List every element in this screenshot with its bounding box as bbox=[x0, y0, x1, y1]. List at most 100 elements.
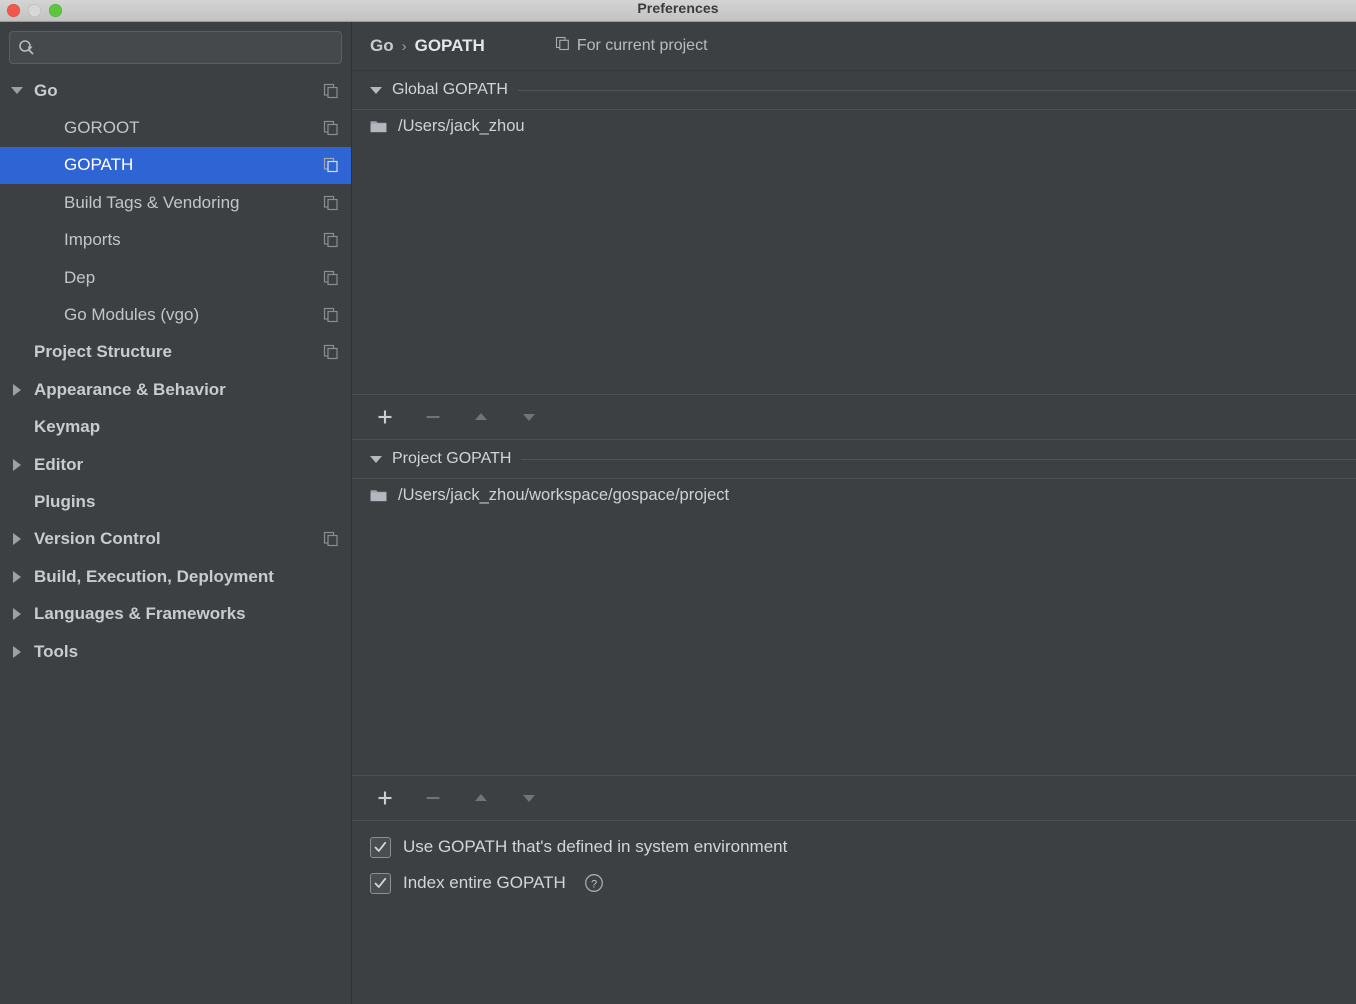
option-label: Use GOPATH that's defined in system envi… bbox=[403, 837, 788, 856]
settings-content: Go › GOPATH For current project Global G… bbox=[352, 22, 1356, 1004]
project-gopath-rows: /Users/jack_zhou/workspace/gospace/proje… bbox=[352, 479, 1356, 775]
sidebar-item-label: Go Modules (vgo) bbox=[64, 305, 200, 325]
checkbox[interactable] bbox=[370, 836, 391, 858]
gopath-path-row[interactable]: /Users/jack_zhou bbox=[352, 110, 1356, 142]
settings-tree: Go GOROOT GOPATH Build Tags & Vendoring Impo… bbox=[0, 72, 351, 1004]
project-gopath-title: Project GOPATH bbox=[392, 450, 512, 467]
gopath-path-text: /Users/jack_zhou/workspace/gospace/proje… bbox=[398, 485, 730, 504]
sidebar-item-label: Build, Execution, Deployment bbox=[34, 566, 274, 586]
remove-path-button[interactable] bbox=[420, 404, 446, 430]
preferences-body: Go GOROOT GOPATH Build Tags & Vendoring Impo… bbox=[0, 22, 1356, 1004]
checkbox[interactable] bbox=[370, 872, 391, 894]
for-current-project-label: For current project bbox=[576, 37, 708, 54]
window-titlebar: Preferences bbox=[0, 0, 1356, 22]
sidebar-item-editor[interactable]: Editor bbox=[0, 446, 351, 483]
copy-config-icon bbox=[555, 36, 570, 56]
copy-config-icon[interactable] bbox=[323, 307, 339, 323]
svg-text:?: ? bbox=[591, 878, 597, 890]
sidebar-item-label: Imports bbox=[64, 230, 121, 250]
global-gopath-title: Global GOPATH bbox=[392, 81, 508, 98]
global-gopath-header[interactable]: Global GOPATH bbox=[352, 71, 1356, 109]
sidebar-item-tools[interactable]: Tools bbox=[0, 633, 351, 670]
sidebar-item-project-structure[interactable]: Project Structure bbox=[0, 334, 351, 371]
copy-config-icon[interactable] bbox=[323, 270, 339, 286]
breadcrumb: Go › GOPATH For current project bbox=[352, 22, 1356, 71]
global-gopath-toolbar bbox=[352, 394, 1356, 439]
chevron-right-icon[interactable] bbox=[0, 458, 34, 471]
preferences-window: Preferences Go GOROOT GOPATH Build Tags & bbox=[0, 0, 1356, 1004]
chevron-right-icon[interactable] bbox=[0, 645, 34, 658]
chevron-right-icon[interactable] bbox=[0, 608, 34, 621]
sidebar-item-label: Dep bbox=[64, 267, 96, 287]
chevron-down-icon[interactable] bbox=[370, 455, 382, 463]
gopath-path-row[interactable]: /Users/jack_zhou/workspace/gospace/proje… bbox=[352, 479, 1356, 511]
gopath-options: Use GOPATH that's defined in system envi… bbox=[352, 821, 1356, 901]
remove-path-button[interactable] bbox=[420, 785, 446, 811]
copy-config-icon[interactable] bbox=[323, 157, 339, 173]
copy-config-icon[interactable] bbox=[323, 344, 339, 360]
option-label: Index entire GOPATH bbox=[403, 873, 566, 892]
move-up-button[interactable] bbox=[468, 785, 494, 811]
gopath-path-text: /Users/jack_zhou bbox=[398, 116, 525, 135]
sidebar-item-imports[interactable]: Imports bbox=[0, 222, 351, 259]
sidebar-item-label: Plugins bbox=[34, 491, 96, 511]
option-row[interactable]: Index entire GOPATH? bbox=[370, 865, 1356, 901]
search-box[interactable] bbox=[9, 31, 342, 64]
sidebar-item-build-execution-deployment[interactable]: Build, Execution, Deployment bbox=[0, 558, 351, 595]
add-path-button[interactable] bbox=[372, 785, 398, 811]
project-gopath-header[interactable]: Project GOPATH bbox=[352, 440, 1356, 478]
chevron-right-icon[interactable] bbox=[0, 533, 34, 546]
search-input[interactable] bbox=[35, 38, 333, 57]
sidebar-item-build-tags-vendoring[interactable]: Build Tags & Vendoring bbox=[0, 184, 351, 221]
sidebar-item-label: Version Control bbox=[34, 529, 161, 549]
search-container bbox=[0, 22, 351, 72]
move-up-button[interactable] bbox=[468, 404, 494, 430]
sidebar-item-keymap[interactable]: Keymap bbox=[0, 409, 351, 446]
copy-config-icon[interactable] bbox=[323, 83, 339, 99]
chevron-right-icon[interactable] bbox=[0, 383, 34, 396]
sidebar-item-label: Tools bbox=[34, 641, 79, 661]
sidebar-item-go-modules-vgo[interactable]: Go Modules (vgo) bbox=[0, 296, 351, 333]
sidebar-item-label: Languages & Frameworks bbox=[34, 604, 246, 624]
sidebar-item-version-control[interactable]: Version Control bbox=[0, 521, 351, 558]
section-divider bbox=[521, 458, 1356, 460]
move-down-button[interactable] bbox=[516, 785, 542, 811]
breadcrumb-current: GOPATH bbox=[414, 36, 485, 55]
copy-config-icon[interactable] bbox=[323, 195, 339, 211]
move-down-button[interactable] bbox=[516, 404, 542, 430]
folder-icon bbox=[370, 488, 387, 502]
chevron-down-icon[interactable] bbox=[370, 86, 382, 94]
chevron-right-icon[interactable] bbox=[0, 570, 34, 583]
window-title: Preferences bbox=[637, 0, 719, 16]
breadcrumb-root[interactable]: Go bbox=[370, 36, 394, 56]
copy-config-icon[interactable] bbox=[323, 531, 339, 547]
project-gopath-list: /Users/jack_zhou/workspace/gospace/proje… bbox=[352, 478, 1356, 821]
sidebar-item-label: Keymap bbox=[34, 417, 101, 437]
sidebar-item-label: Go bbox=[34, 80, 58, 100]
add-path-button[interactable] bbox=[372, 404, 398, 430]
copy-config-icon[interactable] bbox=[323, 120, 339, 136]
sidebar-item-label: Build Tags & Vendoring bbox=[64, 192, 240, 212]
search-icon bbox=[18, 39, 35, 56]
folder-icon bbox=[370, 119, 387, 133]
gopath-panels: Global GOPATH /Users/jack_zhou Project G… bbox=[352, 71, 1356, 1004]
sidebar-item-appearance-behavior[interactable]: Appearance & Behavior bbox=[0, 371, 351, 408]
sidebar-item-go[interactable]: Go bbox=[0, 72, 351, 109]
copy-config-icon[interactable] bbox=[323, 232, 339, 248]
global-gopath-list: /Users/jack_zhou bbox=[352, 109, 1356, 440]
breadcrumb-separator: › bbox=[401, 37, 407, 55]
sidebar-item-label: Project Structure bbox=[34, 342, 172, 362]
help-circle-icon[interactable]: ? bbox=[584, 873, 604, 893]
sidebar-item-dep[interactable]: Dep bbox=[0, 259, 351, 296]
sidebar-item-gopath[interactable]: GOPATH bbox=[0, 146, 351, 185]
sidebar-item-languages-frameworks[interactable]: Languages & Frameworks bbox=[0, 595, 351, 632]
chevron-down-icon[interactable] bbox=[0, 87, 34, 95]
option-row[interactable]: Use GOPATH that's defined in system envi… bbox=[370, 829, 1356, 865]
sidebar-item-label: GOPATH bbox=[64, 155, 134, 175]
section-divider bbox=[517, 89, 1356, 91]
for-current-project-indicator: For current project bbox=[555, 36, 708, 56]
project-gopath-toolbar bbox=[352, 775, 1356, 820]
sidebar-item-plugins[interactable]: Plugins bbox=[0, 483, 351, 520]
settings-sidebar: Go GOROOT GOPATH Build Tags & Vendoring Impo… bbox=[0, 22, 352, 1004]
sidebar-item-goroot[interactable]: GOROOT bbox=[0, 109, 351, 146]
